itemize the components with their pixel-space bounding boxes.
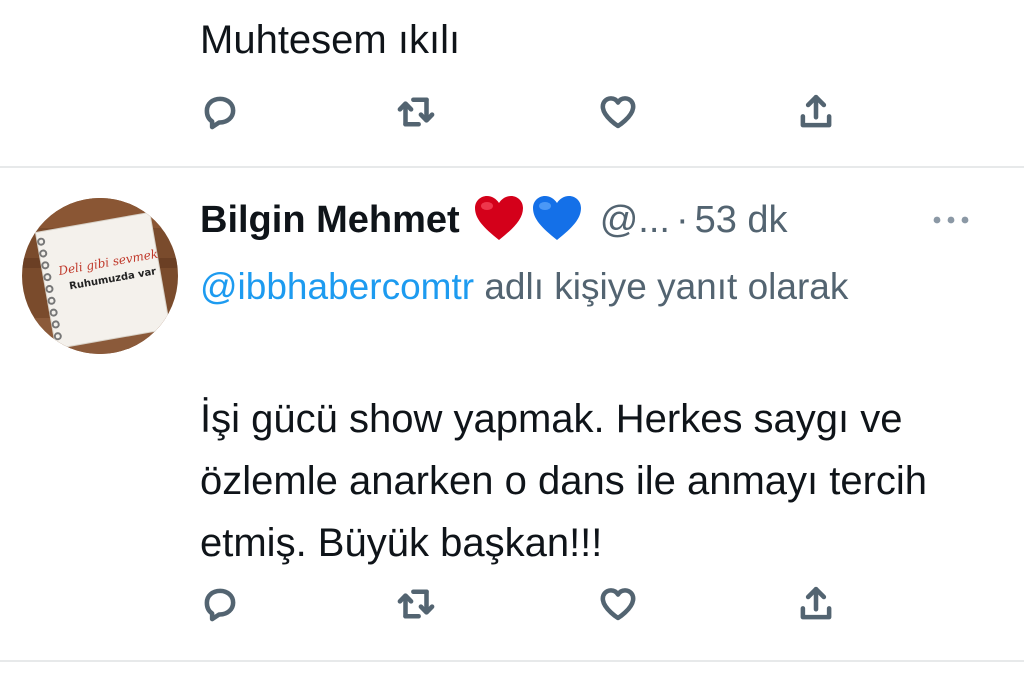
author-handle[interactable]: @... bbox=[600, 199, 670, 242]
tweet-divider bbox=[0, 166, 1024, 168]
reply-button[interactable] bbox=[196, 580, 244, 628]
share-button[interactable] bbox=[792, 580, 840, 628]
retweet-button[interactable] bbox=[392, 580, 440, 628]
share-button[interactable] bbox=[792, 88, 840, 136]
reply-button[interactable] bbox=[196, 88, 244, 136]
tweet-header: Bilgin Mehmet @... · 53 dk bbox=[200, 192, 788, 248]
share-icon bbox=[800, 586, 832, 620]
meta-separator: · bbox=[675, 198, 689, 241]
reply-icon bbox=[204, 588, 236, 622]
share-icon bbox=[800, 94, 832, 128]
reply-context: @ibbhabercomtr adlı kişiye yanıt olarak bbox=[200, 256, 900, 318]
previous-tweet-action-bar bbox=[196, 88, 856, 136]
tweet-action-bar bbox=[196, 580, 856, 628]
retweet-icon bbox=[397, 97, 435, 127]
heart-icon bbox=[600, 588, 636, 621]
tweet-timestamp[interactable]: 53 dk bbox=[695, 199, 788, 242]
like-button[interactable] bbox=[594, 88, 642, 136]
previous-tweet-text: Muhtesem ıkılı bbox=[200, 18, 461, 62]
heart-icon bbox=[600, 96, 636, 129]
avatar-image: Deli gibi sevmek Ruhumuzda var bbox=[22, 198, 178, 354]
like-button[interactable] bbox=[594, 580, 642, 628]
blue-heart-icon bbox=[530, 193, 584, 248]
retweet-icon bbox=[397, 589, 435, 619]
red-heart-icon bbox=[472, 193, 526, 248]
author-name[interactable]: Bilgin Mehmet bbox=[200, 199, 460, 242]
author-emojis bbox=[472, 193, 584, 248]
tweet-text: İşi gücü show yapmak. Herkes saygı ve öz… bbox=[200, 397, 928, 565]
avatar[interactable]: Deli gibi sevmek Ruhumuzda var bbox=[22, 198, 178, 354]
reply-context-text: adlı kişiye yanıt olarak bbox=[474, 266, 849, 307]
retweet-button[interactable] bbox=[392, 88, 440, 136]
reply-icon bbox=[204, 96, 236, 130]
more-options-button[interactable] bbox=[926, 200, 976, 240]
tweet-divider bbox=[0, 660, 1024, 662]
more-icon bbox=[933, 216, 969, 224]
reply-mention-link[interactable]: @ibbhabercomtr bbox=[200, 266, 474, 307]
